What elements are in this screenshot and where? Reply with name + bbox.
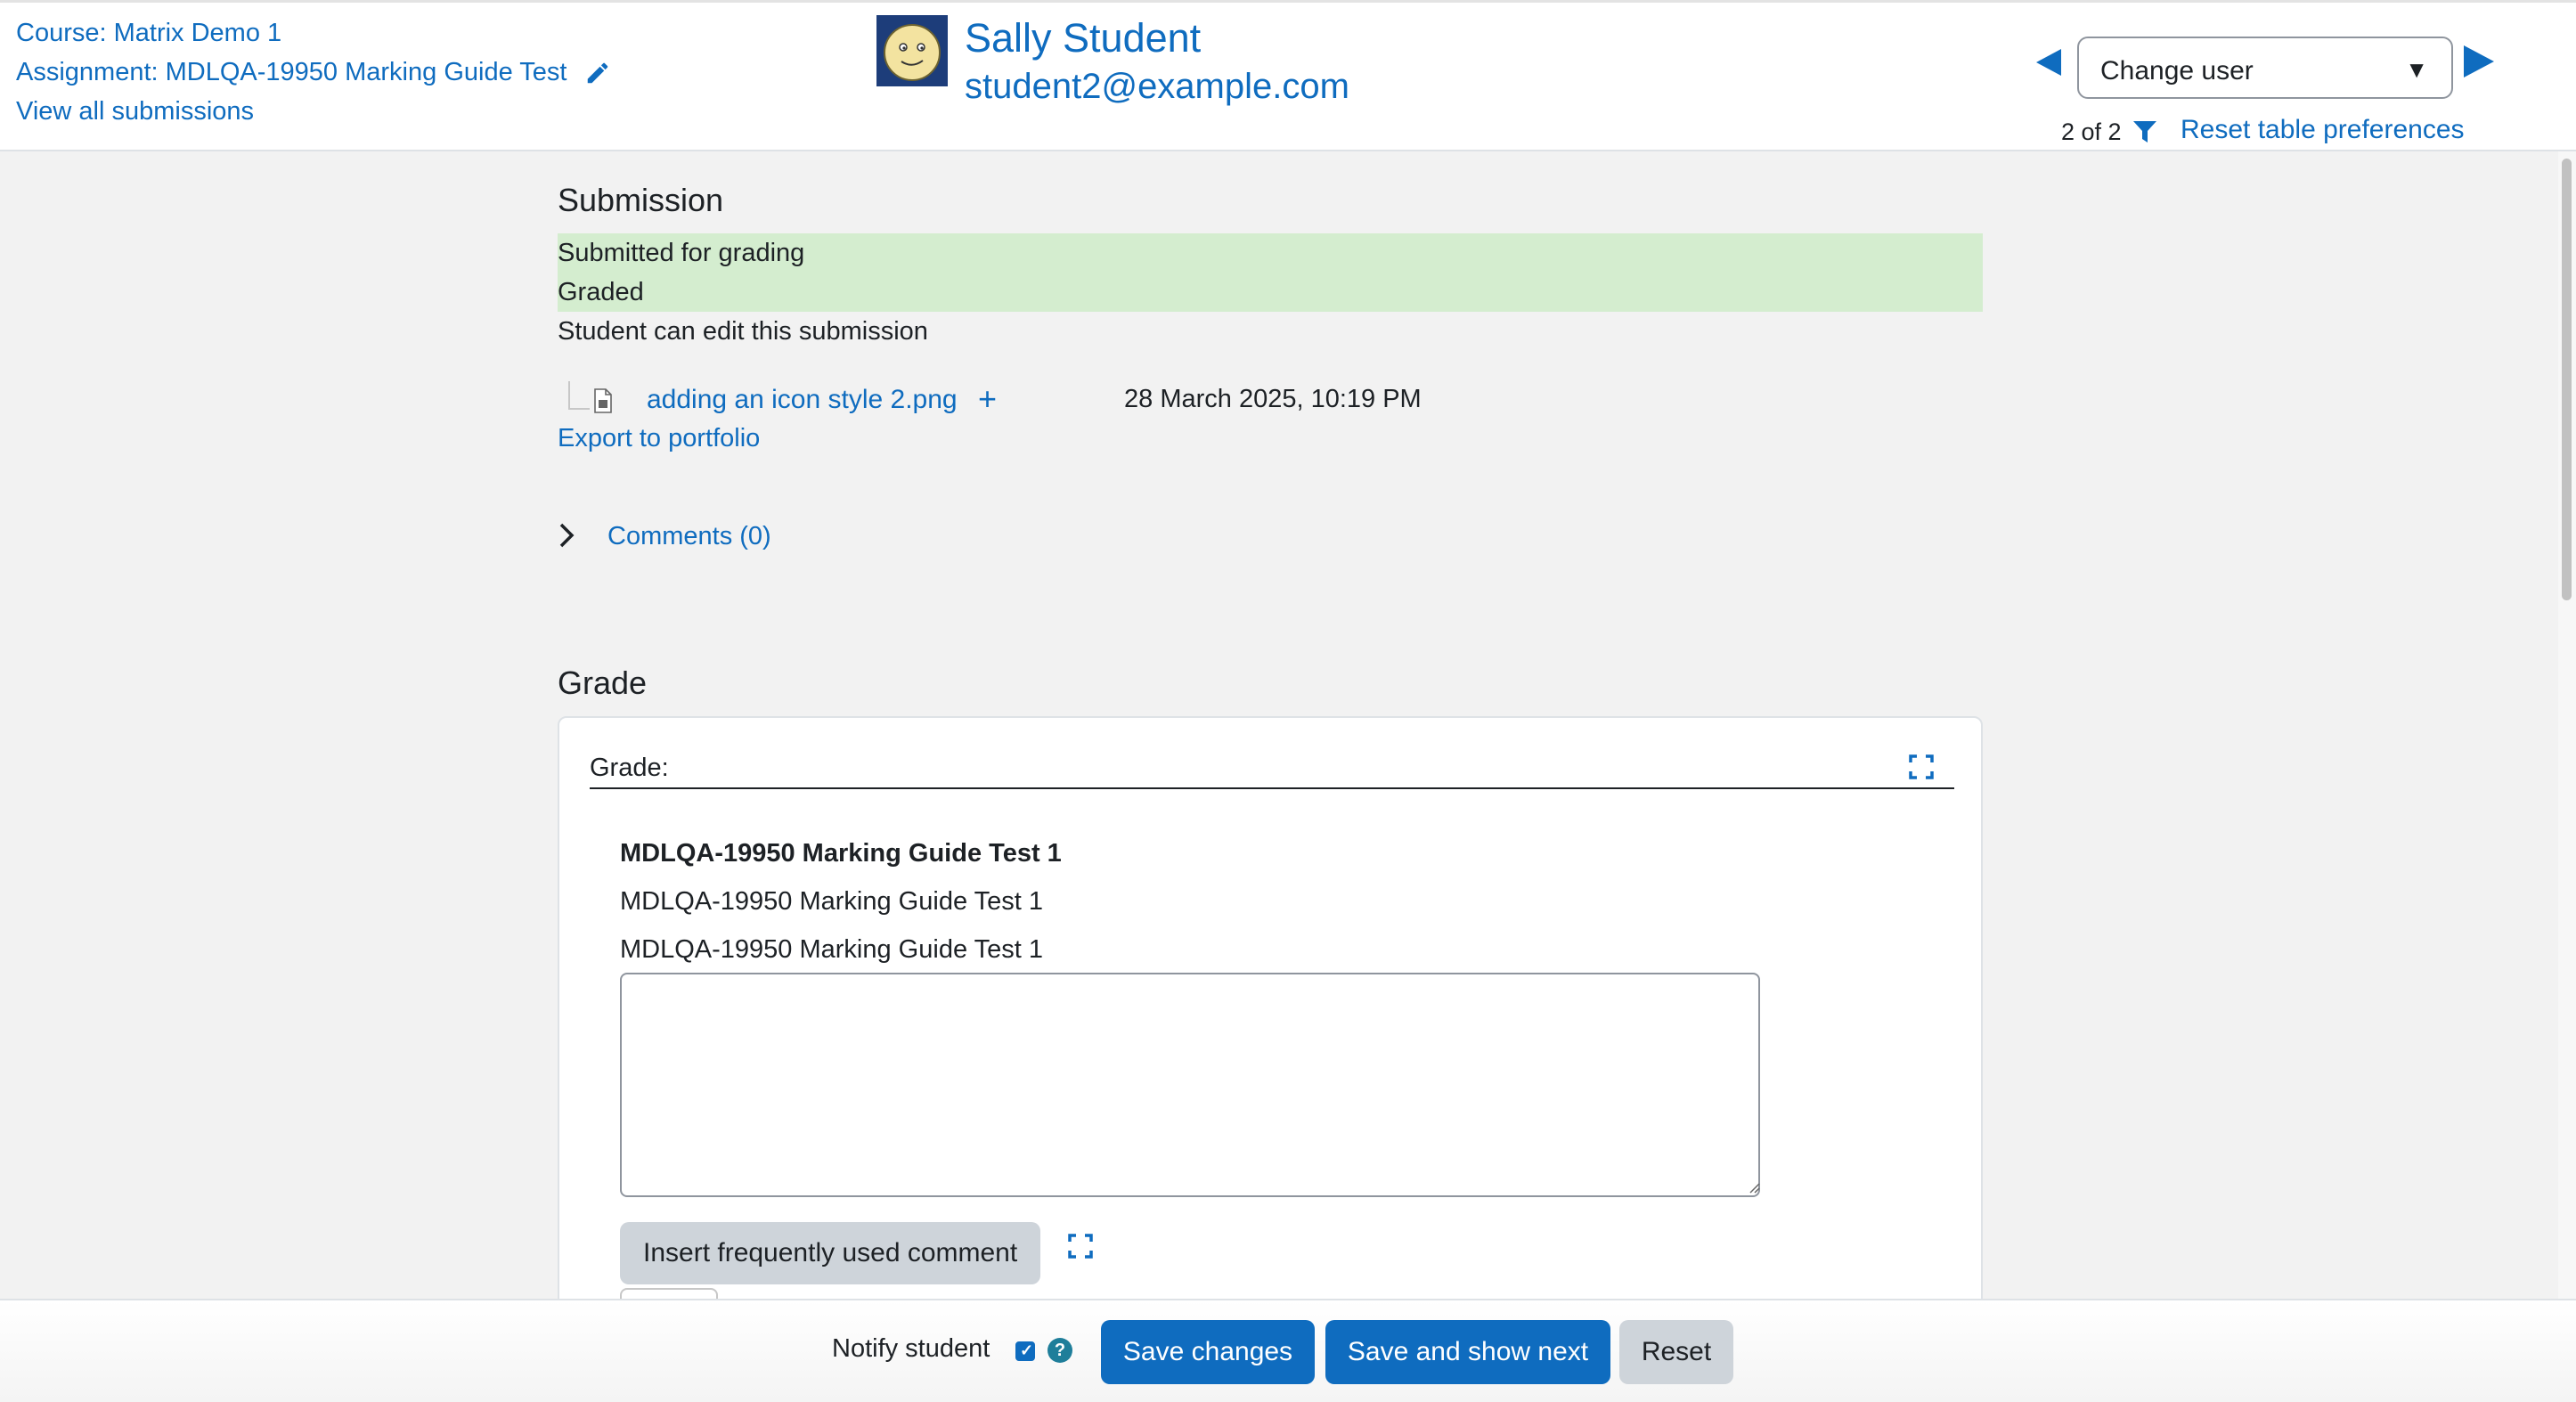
- criterion-name: MDLQA-19950 Marking Guide Test 1: [620, 839, 1062, 868]
- user-email-link[interactable]: student2@example.com: [965, 67, 1349, 107]
- user-name-link[interactable]: Sally Student: [965, 15, 1201, 61]
- file-tree-connector: [568, 381, 590, 410]
- export-to-portfolio-link[interactable]: Export to portfolio: [558, 424, 760, 453]
- submission-file-date: 28 March 2025, 10:19 PM: [1124, 385, 1422, 413]
- prev-arrow-icon[interactable]: [2034, 47, 2063, 77]
- reset-table-preferences-link[interactable]: Reset table preferences: [2181, 115, 2465, 145]
- grade-divider: [590, 787, 1954, 789]
- criterion-description-markers: MDLQA-19950 Marking Guide Test 1: [620, 935, 1043, 964]
- status-graded: Graded: [558, 278, 644, 306]
- comments-link[interactable]: Comments (0): [607, 522, 771, 551]
- expand-icon[interactable]: [1908, 754, 1935, 780]
- chevron-right-icon[interactable]: [558, 522, 575, 549]
- submission-status-box: Submitted for grading Graded: [558, 233, 1983, 312]
- submission-heading: Submission: [558, 182, 724, 218]
- save-changes-button[interactable]: Save changes: [1101, 1320, 1315, 1384]
- assignment-row: Assignment: MDLQA-19950 Marking Guide Te…: [16, 58, 611, 87]
- notify-student-label: Notify student: [832, 1334, 990, 1363]
- scrollbar-thumb[interactable]: [2562, 159, 2572, 600]
- expand-icon[interactable]: [1067, 1233, 1094, 1259]
- course-link[interactable]: Course: Matrix Demo 1: [16, 19, 281, 48]
- status-submitted: Submitted for grading: [558, 239, 805, 267]
- submission-file-link[interactable]: adding an icon style 2.png: [647, 385, 958, 415]
- notify-student-checkbox[interactable]: ✓: [1015, 1341, 1035, 1361]
- view-all-submissions-link[interactable]: View all submissions: [16, 97, 254, 126]
- criterion-description: MDLQA-19950 Marking Guide Test 1: [620, 887, 1043, 916]
- resize-grip-icon[interactable]: [1748, 1181, 1760, 1194]
- grading-footer: Notify student ✓ ? Save changes Save and…: [0, 1299, 2576, 1402]
- remark-textarea[interactable]: [620, 973, 1760, 1197]
- change-user-select[interactable]: Change user ▼: [2077, 37, 2453, 99]
- grader-header: Course: Matrix Demo 1 Assignment: MDLQA-…: [0, 0, 2576, 151]
- file-icon: [594, 388, 612, 413]
- change-user-selected-value: Change user: [2100, 56, 2254, 86]
- plus-icon[interactable]: +: [978, 383, 997, 415]
- edit-permission-note: Student can edit this submission: [558, 317, 928, 346]
- filter-icon[interactable]: [2132, 120, 2157, 143]
- save-and-show-next-button[interactable]: Save and show next: [1325, 1320, 1610, 1384]
- reset-button[interactable]: Reset: [1619, 1320, 1733, 1384]
- help-icon[interactable]: ?: [1048, 1338, 1072, 1363]
- user-counter: 2 of 2: [2061, 118, 2122, 145]
- checkmark-icon: ✓: [1020, 1341, 1034, 1359]
- insert-frequent-comment-button[interactable]: Insert frequently used comment: [620, 1222, 1041, 1284]
- caret-down-icon: ▼: [2405, 56, 2428, 83]
- grade-card: Grade: MDLQA-19950 Marking Guide Test 1 …: [558, 716, 1983, 1340]
- grade-label: Grade:: [590, 754, 669, 782]
- next-arrow-icon[interactable]: [2462, 44, 2496, 79]
- avatar: [876, 15, 948, 86]
- assignment-link[interactable]: Assignment: MDLQA-19950 Marking Guide Te…: [16, 58, 567, 86]
- smiley-face-icon: [876, 15, 948, 86]
- pencil-icon[interactable]: [584, 60, 611, 86]
- grade-heading: Grade: [558, 664, 648, 701]
